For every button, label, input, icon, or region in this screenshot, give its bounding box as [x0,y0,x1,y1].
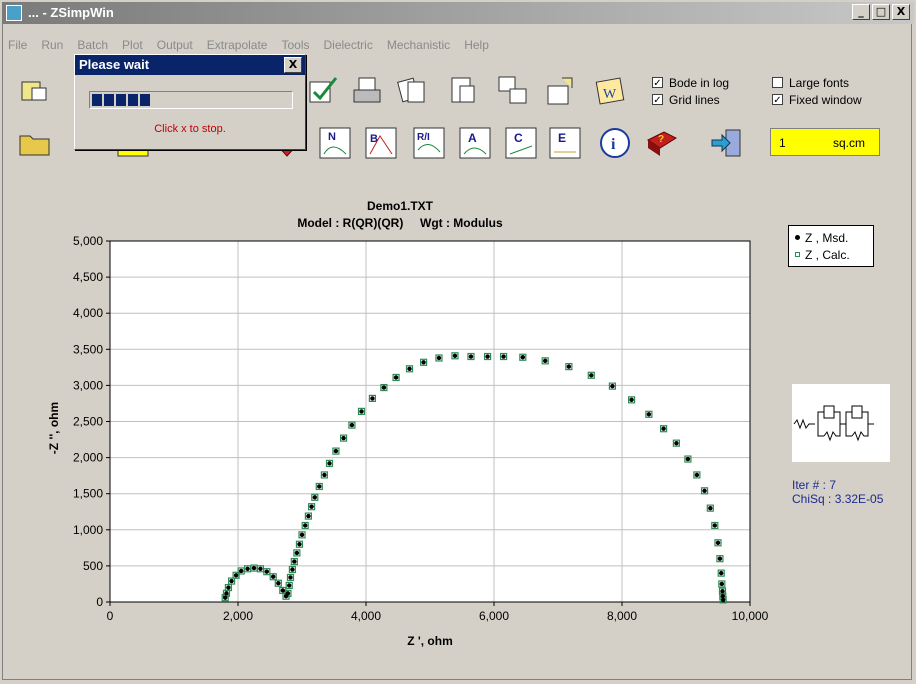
windows-icon[interactable] [496,74,530,108]
minimize-button[interactable]: _ [852,4,870,20]
svg-text:?: ? [658,134,664,145]
dialog-close-button[interactable]: X [284,57,302,73]
window-title: ... - ZSimpWin [28,5,114,20]
calculated-marker-icon [795,252,800,257]
nyquist-plot-icon[interactable]: N [318,126,352,160]
title-bar[interactable]: ... - ZSimpWin _ □ X [2,2,914,24]
admittance-plot-icon[interactable]: A [458,126,492,160]
legend: Z , Msd. Z , Calc. [788,225,874,267]
progress-block [128,94,138,106]
fit-stats: Iter # : 7 ChiSq : 3.32E-05 [792,478,908,506]
copy-docs-icon[interactable] [396,74,430,108]
bode-log-label: Bode in log [669,75,730,90]
chisq-value: 3.32E-05 [834,492,884,506]
progress-bar [89,91,293,109]
info-icon[interactable]: i [598,126,632,160]
dialog-title: Please wait [79,57,150,72]
bode-log-checkbox[interactable]: ✓ Bode in log [652,74,729,91]
progress-block [104,94,114,106]
check-mark-icon: ✓ [772,94,783,106]
admittance-label: A [468,131,477,145]
report-icon[interactable]: W [594,74,628,108]
close-button[interactable]: X [892,4,910,20]
area-value: 1 [779,136,786,150]
help-book-icon[interactable]: ? [644,126,678,160]
empty-box-icon [772,77,783,88]
svg-text:i: i [611,136,616,153]
legend-measured: Z , Msd. [805,230,849,245]
please-wait-dialog: Please wait X Click x to stop. [74,54,306,150]
large-fonts-checkbox[interactable]: Large fonts [772,74,862,91]
capacitance-plot-icon[interactable]: C [504,126,538,160]
menu-mechanistic[interactable]: Mechanistic [387,38,450,56]
printer-icon[interactable] [350,74,384,108]
bode-plot-icon[interactable]: B [364,126,398,160]
svg-text:W: W [603,87,617,102]
menu-help[interactable]: Help [464,38,489,56]
legend-calculated: Z , Calc. [805,247,850,262]
iter-value: 7 [829,478,837,492]
grid-lines-label: Grid lines [669,92,720,107]
chisq-label: ChiSq : [792,492,832,506]
grid-lines-checkbox[interactable]: ✓ Grid lines [652,91,729,108]
menu-dielectric[interactable]: Dielectric [323,38,372,56]
area-input[interactable]: 1 sq.cm [770,128,880,156]
options-right: Large fonts ✓ Fixed window [772,74,862,108]
plot-panel [8,174,906,674]
menu-file[interactable]: File [8,38,27,56]
nyquist-label: N [328,131,336,143]
fixed-window-checkbox[interactable]: ✓ Fixed window [772,91,862,108]
export-icon[interactable] [544,74,578,108]
measured-marker-icon [795,235,800,240]
dielectric-label: E [558,131,566,145]
maximize-button[interactable]: □ [872,4,890,20]
open-folder-icon[interactable] [18,126,52,160]
page-icon[interactable] [446,74,480,108]
app-icon [6,5,22,21]
progress-block [92,94,102,106]
fixed-window-label: Fixed window [789,92,862,107]
large-fonts-label: Large fonts [789,75,850,90]
check-mark-icon: ✓ [652,94,663,106]
progress-block [116,94,126,106]
dialog-title-bar[interactable]: Please wait X [75,55,305,75]
real-imag-plot-icon[interactable]: R/I [412,126,446,160]
edit-check-icon[interactable] [306,74,340,108]
dialog-message: Click x to stop. [154,123,226,135]
capacitance-label: C [514,131,523,145]
check-mark-icon: ✓ [652,77,663,89]
equivalent-circuit-icon [792,384,890,462]
real-imag-label: R/I [417,132,430,143]
options-left: ✓ Bode in log ✓ Grid lines [652,74,729,108]
iter-label: Iter # : [792,478,827,492]
menu-run[interactable]: Run [41,38,63,56]
open-model-icon[interactable] [18,74,52,108]
bode-label: B [370,133,378,145]
exit-icon[interactable] [710,126,744,160]
progress-block [140,94,150,106]
dielectric-plot-icon[interactable]: E [548,126,582,160]
area-unit: sq.cm [832,136,865,150]
